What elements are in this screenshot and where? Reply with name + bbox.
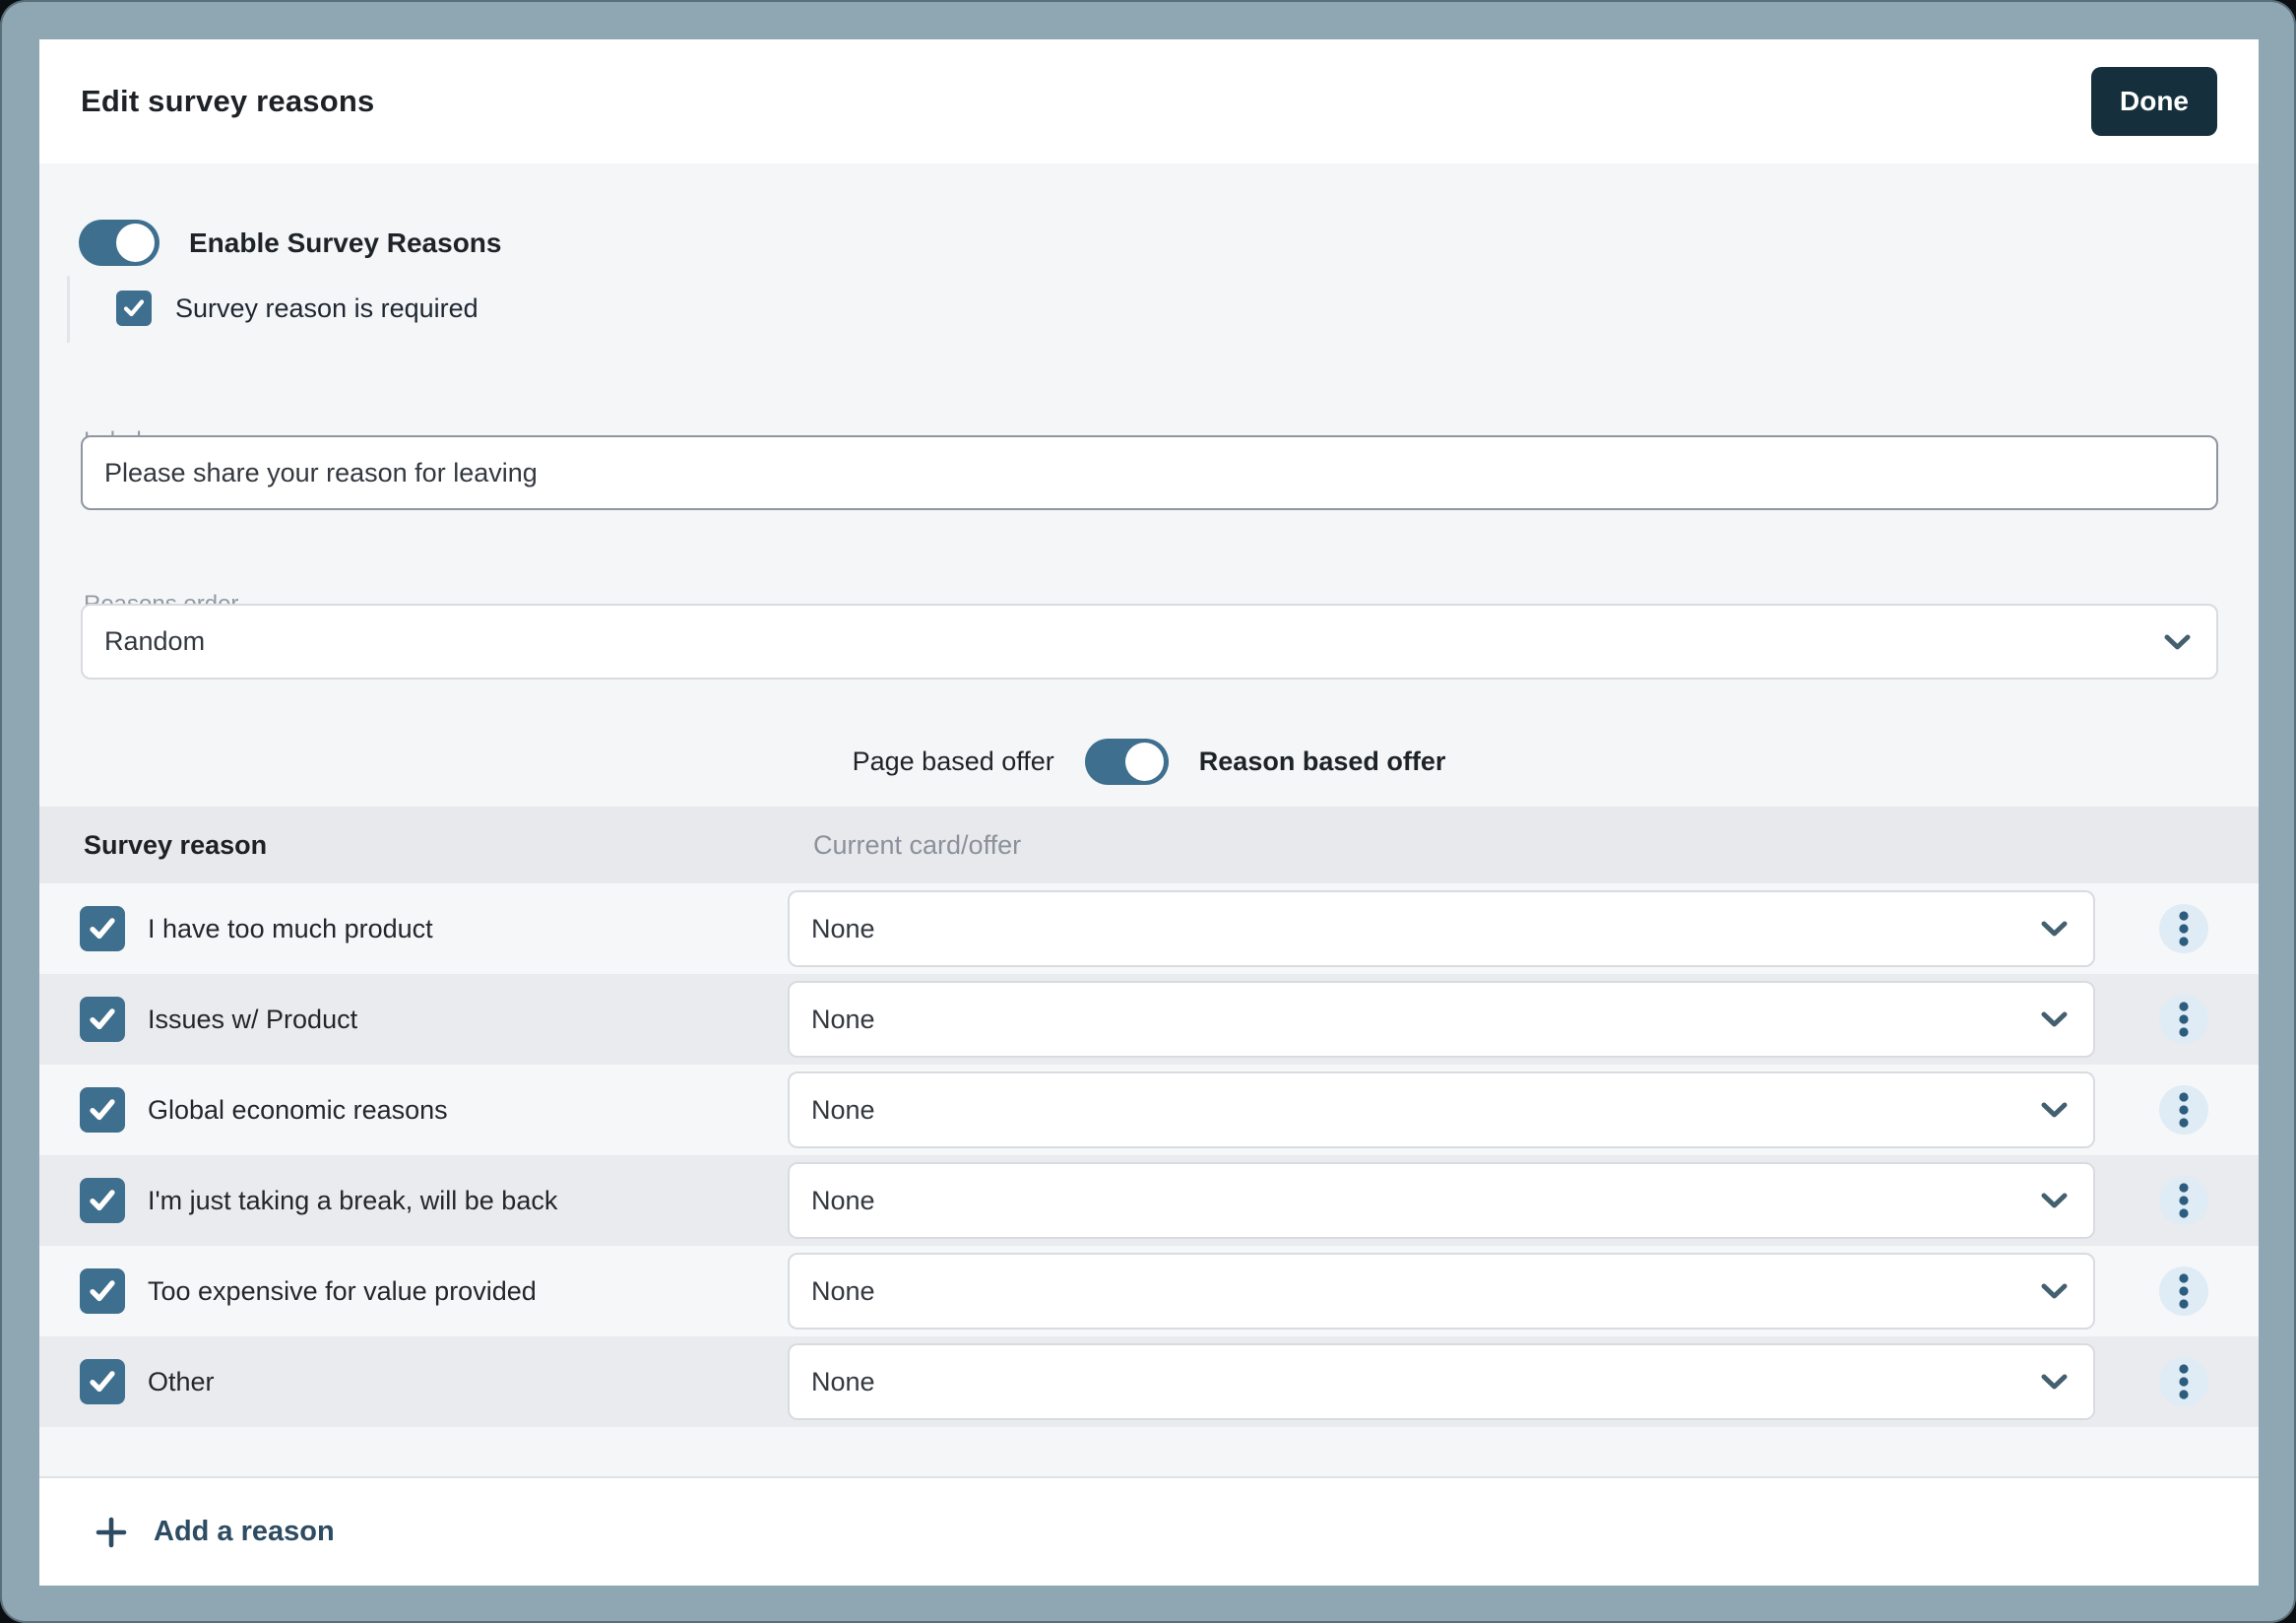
reason-checkbox[interactable]: [80, 997, 125, 1042]
reason-checkbox[interactable]: [80, 1087, 125, 1133]
chevron-down-icon: [2164, 634, 2191, 650]
reasons-order-select[interactable]: Random: [81, 604, 2218, 680]
reason-label: Other: [148, 1336, 215, 1427]
app-window: Edit survey reasons Done Enable Survey R…: [0, 0, 2296, 1623]
reason-checkbox[interactable]: [80, 1268, 125, 1314]
checkmark-icon: [88, 1095, 117, 1125]
column-header-current-card-offer: Current card/offer: [813, 807, 1021, 883]
offer-select-value: None: [811, 1073, 875, 1146]
chevron-down-icon: [2041, 1374, 2068, 1390]
survey-reason-rows: I have too much product None Issues w/ P…: [39, 883, 2259, 1427]
reason-checkbox[interactable]: [80, 1359, 125, 1404]
done-button[interactable]: Done: [2091, 67, 2217, 136]
survey-reason-required-row: Survey reason is required: [116, 291, 478, 326]
enable-survey-reasons-label: Enable Survey Reasons: [189, 227, 501, 259]
offer-select[interactable]: None: [788, 1162, 2095, 1239]
offer-select[interactable]: None: [788, 981, 2095, 1058]
offer-select-value: None: [811, 892, 875, 965]
toggle-knob: [116, 224, 155, 262]
vertical-dots-icon: [2178, 1091, 2190, 1129]
table-row: Issues w/ Product None: [39, 974, 2259, 1065]
vertical-dots-icon: [2178, 910, 2190, 947]
offer-mode-toggle[interactable]: [1085, 739, 1169, 785]
offer-select[interactable]: None: [788, 1071, 2095, 1148]
chevron-down-icon: [2041, 921, 2068, 937]
offer-select[interactable]: None: [788, 890, 2095, 967]
row-menu-button[interactable]: [2159, 904, 2208, 953]
reason-label: Too expensive for value provided: [148, 1246, 537, 1336]
reason-label: I have too much product: [148, 883, 433, 974]
row-menu-button[interactable]: [2159, 1176, 2208, 1225]
column-header-survey-reason: Survey reason: [84, 807, 267, 883]
add-reason-button[interactable]: Add a reason: [94, 1478, 335, 1586]
panel-footer: Add a reason: [39, 1478, 2259, 1586]
indent-guide-line: [67, 276, 70, 343]
checkmark-icon: [88, 1186, 117, 1215]
chevron-down-icon: [2041, 1283, 2068, 1299]
panel-header: Edit survey reasons Done: [39, 39, 2259, 163]
checkmark-icon: [88, 914, 117, 943]
checkmark-icon: [88, 1367, 117, 1396]
survey-reason-required-label: Survey reason is required: [175, 293, 478, 324]
offer-mode-row: Page based offer Reason based offer: [39, 737, 2259, 786]
chevron-down-icon: [2041, 1011, 2068, 1027]
reason-based-offer-label: Reason based offer: [1199, 747, 1446, 777]
table-row: I have too much product None: [39, 883, 2259, 974]
vertical-dots-icon: [2178, 1001, 2190, 1038]
checkmark-icon: [122, 296, 146, 320]
table-header: Survey reason Current card/offer: [39, 807, 2259, 883]
vertical-dots-icon: [2178, 1363, 2190, 1400]
reason-label: I'm just taking a break, will be back: [148, 1155, 557, 1246]
enable-survey-reasons-toggle[interactable]: [79, 220, 159, 266]
page-title: Edit survey reasons: [81, 84, 374, 119]
vertical-dots-icon: [2178, 1272, 2190, 1310]
offer-select-value: None: [811, 983, 875, 1056]
table-row: I'm just taking a break, will be back No…: [39, 1155, 2259, 1246]
offer-select-value: None: [811, 1164, 875, 1237]
checkmark-icon: [88, 1005, 117, 1034]
label-input[interactable]: [81, 435, 2218, 510]
reason-checkbox[interactable]: [80, 906, 125, 951]
offer-select[interactable]: None: [788, 1253, 2095, 1330]
vertical-dots-icon: [2178, 1182, 2190, 1219]
checkmark-icon: [88, 1276, 117, 1306]
reason-label: Issues w/ Product: [148, 974, 357, 1065]
offer-select-value: None: [811, 1345, 875, 1418]
reason-checkbox[interactable]: [80, 1178, 125, 1223]
add-reason-label: Add a reason: [154, 1516, 335, 1548]
chevron-down-icon: [2041, 1102, 2068, 1118]
survey-reason-required-checkbox[interactable]: [116, 291, 152, 326]
reason-label: Global economic reasons: [148, 1065, 448, 1155]
row-menu-button[interactable]: [2159, 1266, 2208, 1316]
plus-icon: [94, 1515, 129, 1550]
table-row: Global economic reasons None: [39, 1065, 2259, 1155]
row-menu-button[interactable]: [2159, 995, 2208, 1044]
table-row: Too expensive for value provided None: [39, 1246, 2259, 1336]
table-row: Other None: [39, 1336, 2259, 1427]
row-menu-button[interactable]: [2159, 1085, 2208, 1135]
offer-select[interactable]: None: [788, 1343, 2095, 1420]
chevron-down-icon: [2041, 1193, 2068, 1208]
reasons-order-value: Random: [104, 606, 205, 678]
enable-survey-reasons-row: Enable Survey Reasons: [79, 220, 501, 266]
edit-survey-reasons-panel: Edit survey reasons Done Enable Survey R…: [39, 39, 2259, 1586]
page-based-offer-label: Page based offer: [853, 747, 1054, 777]
row-menu-button[interactable]: [2159, 1357, 2208, 1406]
toggle-knob: [1125, 743, 1164, 781]
offer-select-value: None: [811, 1255, 875, 1328]
